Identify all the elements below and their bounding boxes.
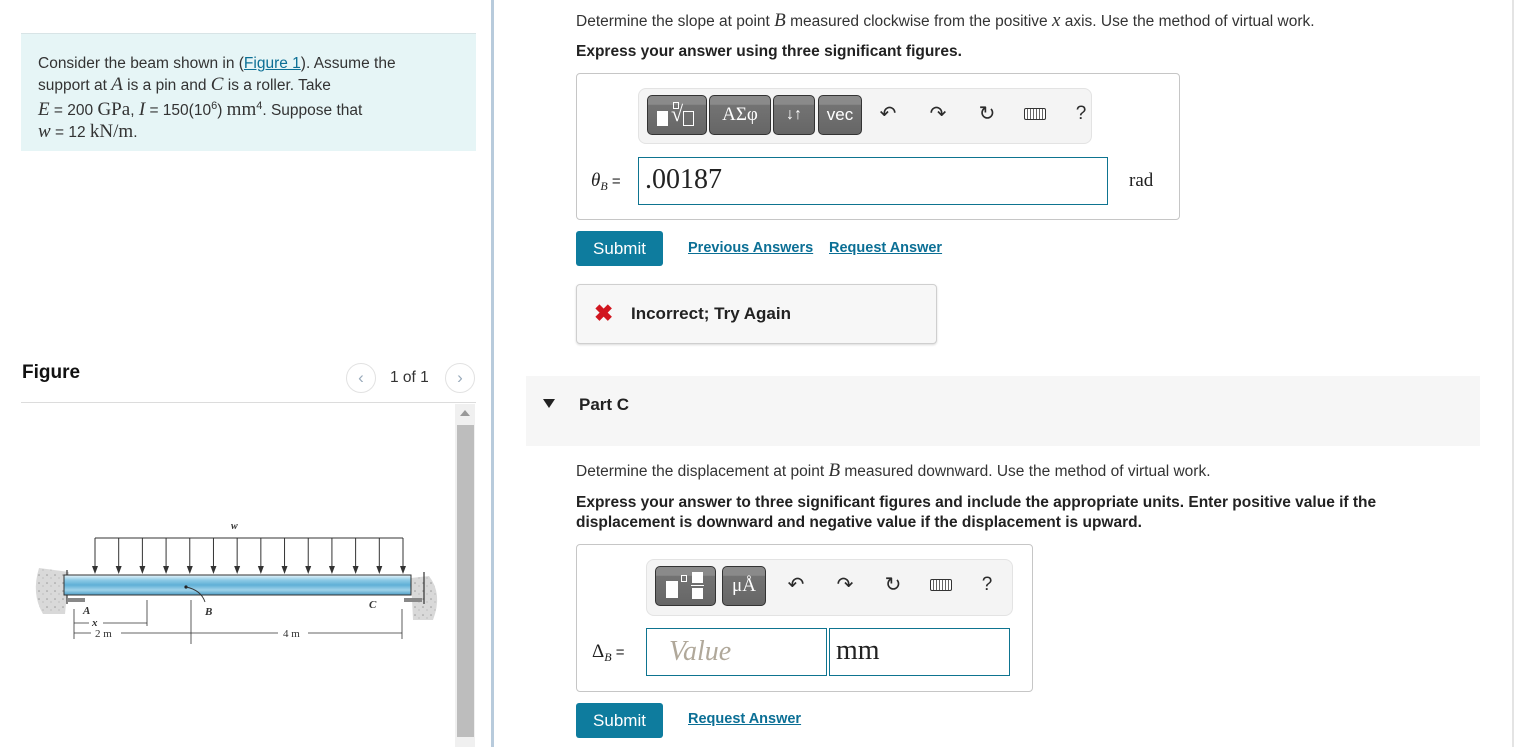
partc-instruction: Express your answer to three significant… [576, 494, 1377, 531]
units-button[interactable]: μÅ [722, 566, 766, 606]
var-a: A [111, 74, 123, 95]
load-arrow-head [305, 566, 312, 574]
partb-math-toolbar: √ ΑΣφ ↓↑ vec ↶ ↷ ↻ ? [638, 88, 1092, 144]
load-arrow-head [115, 566, 122, 574]
load-arrow-head [139, 566, 146, 574]
load-arrow-head [163, 566, 170, 574]
undo-icon[interactable]: ↶ [874, 99, 902, 129]
units-template-button[interactable] [655, 566, 716, 606]
figure-scrollbar[interactable] [455, 404, 475, 747]
partb-submit-button[interactable]: Submit [576, 231, 663, 266]
problem-statement: Consider the beam shown in (Figure 1). A… [21, 33, 476, 151]
label-w: w [231, 521, 238, 532]
partc-title: Part C [579, 395, 630, 414]
reset-icon[interactable]: ↻ [879, 570, 907, 600]
problem-line-1: Consider the beam shown in (Figure 1). A… [38, 55, 396, 72]
partc-unit-input[interactable]: mm [829, 628, 1010, 676]
label-2m: 2 m [95, 628, 112, 640]
chevron-right-icon: › [457, 368, 463, 387]
help-button[interactable]: ? [973, 570, 1001, 600]
reset-icon[interactable]: ↻ [973, 99, 1001, 129]
distributed-load-arrows [92, 538, 406, 574]
roller-support-c [404, 598, 422, 602]
load-arrow-head [328, 566, 335, 574]
templates-icon: √ [655, 100, 699, 130]
figure-area: w A B C x 2 m 4 m [21, 404, 476, 747]
partc-math-toolbar: μÅ ↶ ↷ ↻ ? [646, 559, 1013, 616]
column-divider [491, 0, 494, 747]
figure-prev-button[interactable]: ‹ [346, 363, 376, 393]
load-arrow-head [257, 566, 264, 574]
previous-answers-link[interactable]: Previous Answers [688, 240, 813, 256]
redo-icon[interactable]: ↷ [924, 99, 952, 129]
label-4m: 4 m [283, 628, 300, 640]
vector-button[interactable]: vec [818, 95, 862, 135]
partb-question: Determine the slope at point B measured … [576, 10, 1315, 31]
feedback-text: Incorrect; Try Again [631, 304, 791, 323]
undo-icon[interactable]: ↶ [782, 570, 810, 600]
templates-button[interactable]: √ [647, 95, 707, 135]
load-arrow-head [92, 566, 98, 574]
partc-submit-button[interactable]: Submit [576, 703, 663, 738]
load-arrow-head [352, 566, 359, 574]
beam-figure: w A B C x 2 m 4 m [35, 521, 438, 644]
partb-instruction: Express your answer using three signific… [576, 43, 962, 60]
label-c: C [369, 599, 377, 611]
load-arrow-head [186, 566, 193, 574]
figure-counter: 1 of 1 [390, 369, 429, 386]
keyboard-icon[interactable] [927, 570, 955, 600]
subscript-superscript-button[interactable]: ↓↑ [773, 95, 815, 135]
scroll-up-arrow-icon[interactable] [460, 410, 470, 416]
load-arrow-head [234, 566, 241, 574]
partb-answer-input[interactable]: .00187 [638, 157, 1108, 205]
pin-support-a [67, 598, 85, 602]
help-button[interactable]: ? [1067, 99, 1095, 129]
partc-question: Determine the displacement at point B me… [576, 460, 1211, 481]
partc-answer-panel: μÅ ↶ ↷ ↻ ? ΔB = mm [576, 544, 1033, 692]
scrollbar-thumb[interactable] [457, 425, 474, 737]
figure-link[interactable]: Figure 1 [244, 55, 301, 72]
partc-request-answer-link[interactable]: Request Answer [688, 711, 801, 727]
partc-answer-label: ΔB = [592, 641, 625, 664]
incorrect-x-icon: ✖ [594, 300, 614, 326]
partc-value-input[interactable] [646, 628, 827, 676]
partb-request-answer-link[interactable]: Request Answer [829, 240, 942, 256]
var-c: C [210, 74, 224, 95]
greek-symbols-button[interactable]: ΑΣφ [709, 95, 771, 135]
partb-unit-label: rad [1129, 170, 1154, 191]
label-a: A [82, 605, 90, 617]
label-b: B [204, 606, 212, 618]
redo-icon[interactable]: ↷ [831, 570, 859, 600]
figure-next-button[interactable]: › [445, 363, 475, 393]
load-arrow-head [376, 566, 383, 574]
chevron-left-icon: ‹ [358, 368, 364, 387]
problem-line-2: support at A is a pin and C is a roller.… [38, 74, 331, 95]
keyboard-icon[interactable] [1021, 99, 1049, 129]
collapse-triangle-icon[interactable] [543, 399, 555, 408]
units-template-icon [664, 571, 708, 601]
figure-header: Figure ‹ 1 of 1 › [21, 358, 476, 403]
load-arrow-head [400, 566, 406, 574]
problem-line-4: w = 12 kN/m. [38, 121, 138, 143]
load-arrow-head [210, 566, 217, 574]
feedback-box: ✖ Incorrect; Try Again [576, 284, 937, 344]
partc-header[interactable]: Part C [526, 376, 1480, 446]
beam [63, 574, 412, 596]
problem-line-3: E = 200 GPa, I = 150(106) mm4. Suppose t… [38, 99, 363, 121]
load-arrow-head [281, 566, 288, 574]
figure-title: Figure [22, 362, 81, 383]
partb-answer-panel: √ ΑΣφ ↓↑ vec ↶ ↷ ↻ ? θB = .00187 rad [576, 73, 1180, 220]
partb-answer-label: θB = [591, 170, 621, 193]
